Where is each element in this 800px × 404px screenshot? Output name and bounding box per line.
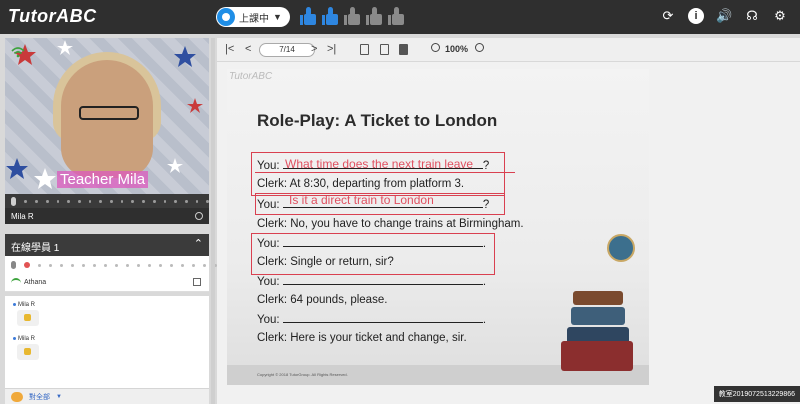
top-icon-group: ⟳ i 🔊 ☊ ⚙: [660, 8, 788, 24]
annotation-box: [255, 193, 505, 215]
caret-down-icon[interactable]: ▼: [56, 394, 62, 400]
chat-message-sender: Mila R: [13, 302, 35, 308]
suitcase-illustration: [561, 341, 633, 371]
zoom-level: 100%: [445, 44, 469, 54]
student-audio-level: [11, 261, 217, 269]
dialogue-line: Clerk: No, you have to change trains at …: [257, 218, 524, 230]
document-list-icon[interactable]: [380, 44, 389, 55]
info-icon[interactable]: i: [688, 8, 704, 24]
globe-illustration: [607, 234, 635, 262]
chat-target-label: 對全部: [29, 393, 50, 401]
chat-message-bubble: [17, 344, 39, 360]
slide-viewer: |< < 7/14 > >| 100% TutorABC Role-Play: …: [217, 38, 800, 404]
slide-copyright: Copyright © 2018 TutorGroup. All Rights …: [257, 372, 348, 377]
annotation-box: [251, 233, 495, 275]
location-pin-icon[interactable]: [195, 212, 203, 220]
teacher-name: Mila R: [11, 212, 34, 221]
left-panel: Teacher Mila Mila R 在線學員 1 ⌃ Athana Mila…: [5, 38, 217, 404]
volume-icon[interactable]: 🔊: [716, 8, 732, 24]
dialogue-line: You: .: [257, 314, 487, 326]
video-caption: Teacher Mila: [57, 171, 149, 188]
save-icon[interactable]: [399, 44, 408, 55]
settings-icon[interactable]: ⚙: [772, 8, 788, 24]
next-page-icon[interactable]: >: [311, 43, 317, 55]
status-label: 上課中: [239, 13, 269, 25]
rating-thumbs: [300, 6, 404, 26]
annotation-box: [251, 152, 505, 196]
emoji-icon: [24, 348, 31, 355]
classroom-id-badge: 教室2019072513229866: [713, 386, 800, 402]
chat-target-bar[interactable]: 對全部 ▼: [5, 388, 209, 404]
wifi-icon: [11, 278, 21, 286]
dialogue-line: Clerk: Here is your ticket and change, s…: [257, 332, 467, 344]
zoom-out-icon[interactable]: [431, 43, 440, 52]
dialogue-line: Clerk: 64 pounds, please.: [257, 294, 388, 306]
chevron-up-icon[interactable]: ⌃: [194, 237, 203, 250]
refresh-icon[interactable]: ⟳: [660, 8, 676, 24]
suitcase-illustration: [571, 307, 625, 325]
tool-icon[interactable]: [193, 278, 201, 286]
emoji-icon: [24, 314, 31, 321]
document-icon[interactable]: [360, 44, 369, 55]
record-indicator-icon: [24, 262, 30, 268]
top-bar: TutorABC 上課中 ▼ ⟳ i 🔊 ☊ ⚙: [0, 0, 800, 34]
teacher-video: Teacher Mila: [5, 38, 209, 194]
dialogue-line: You: .: [257, 276, 487, 288]
thumbs-up-icon[interactable]: [300, 6, 316, 26]
student-row[interactable]: Athana: [11, 278, 46, 286]
panel-splitter[interactable]: [211, 38, 215, 404]
class-status-dropdown[interactable]: 上課中 ▼: [216, 7, 290, 27]
thumbs-up-icon[interactable]: [366, 6, 382, 26]
caret-down-icon: ▼: [273, 12, 282, 22]
support-icon[interactable]: ☊: [744, 8, 760, 24]
teacher-name-bar: Mila R: [5, 208, 209, 224]
suitcase-illustration: [573, 291, 623, 305]
page-indicator[interactable]: 7/14: [259, 43, 315, 57]
app-logo: TutorABC: [8, 6, 97, 26]
chat-panel: Mila R Mila R: [5, 296, 209, 388]
student-list: Athana: [5, 256, 217, 292]
online-students-title: 在線學員 1: [11, 243, 60, 254]
microphone-icon[interactable]: [11, 261, 16, 269]
zoom-in-icon[interactable]: [475, 43, 484, 52]
status-indicator-icon: [217, 8, 235, 26]
chat-bubble-icon: [11, 391, 23, 402]
microphone-icon[interactable]: [11, 196, 17, 206]
teacher-glasses: [79, 106, 139, 120]
last-page-icon[interactable]: >|: [327, 43, 336, 55]
slide-watermark: TutorABC: [229, 71, 273, 82]
slide-title: Role-Play: A Ticket to London: [257, 111, 498, 130]
thumbs-up-icon[interactable]: [388, 6, 404, 26]
prev-page-icon[interactable]: <: [245, 43, 251, 55]
thumbs-up-icon[interactable]: [322, 6, 338, 26]
annotation-underline: [255, 172, 515, 173]
viewer-toolbar: |< < 7/14 > >| 100%: [217, 38, 800, 62]
student-name: Athana: [24, 278, 47, 286]
online-students-header[interactable]: 在線學員 1 ⌃: [5, 234, 209, 256]
chat-message-bubble: [17, 310, 39, 326]
first-page-icon[interactable]: |<: [225, 43, 234, 55]
audio-level-strip: [5, 194, 210, 208]
chat-message-sender: Mila R: [13, 336, 35, 342]
wifi-icon: [11, 47, 25, 58]
thumbs-up-icon[interactable]: [344, 6, 360, 26]
slide-canvas[interactable]: TutorABC Role-Play: A Ticket to London Y…: [227, 69, 649, 385]
